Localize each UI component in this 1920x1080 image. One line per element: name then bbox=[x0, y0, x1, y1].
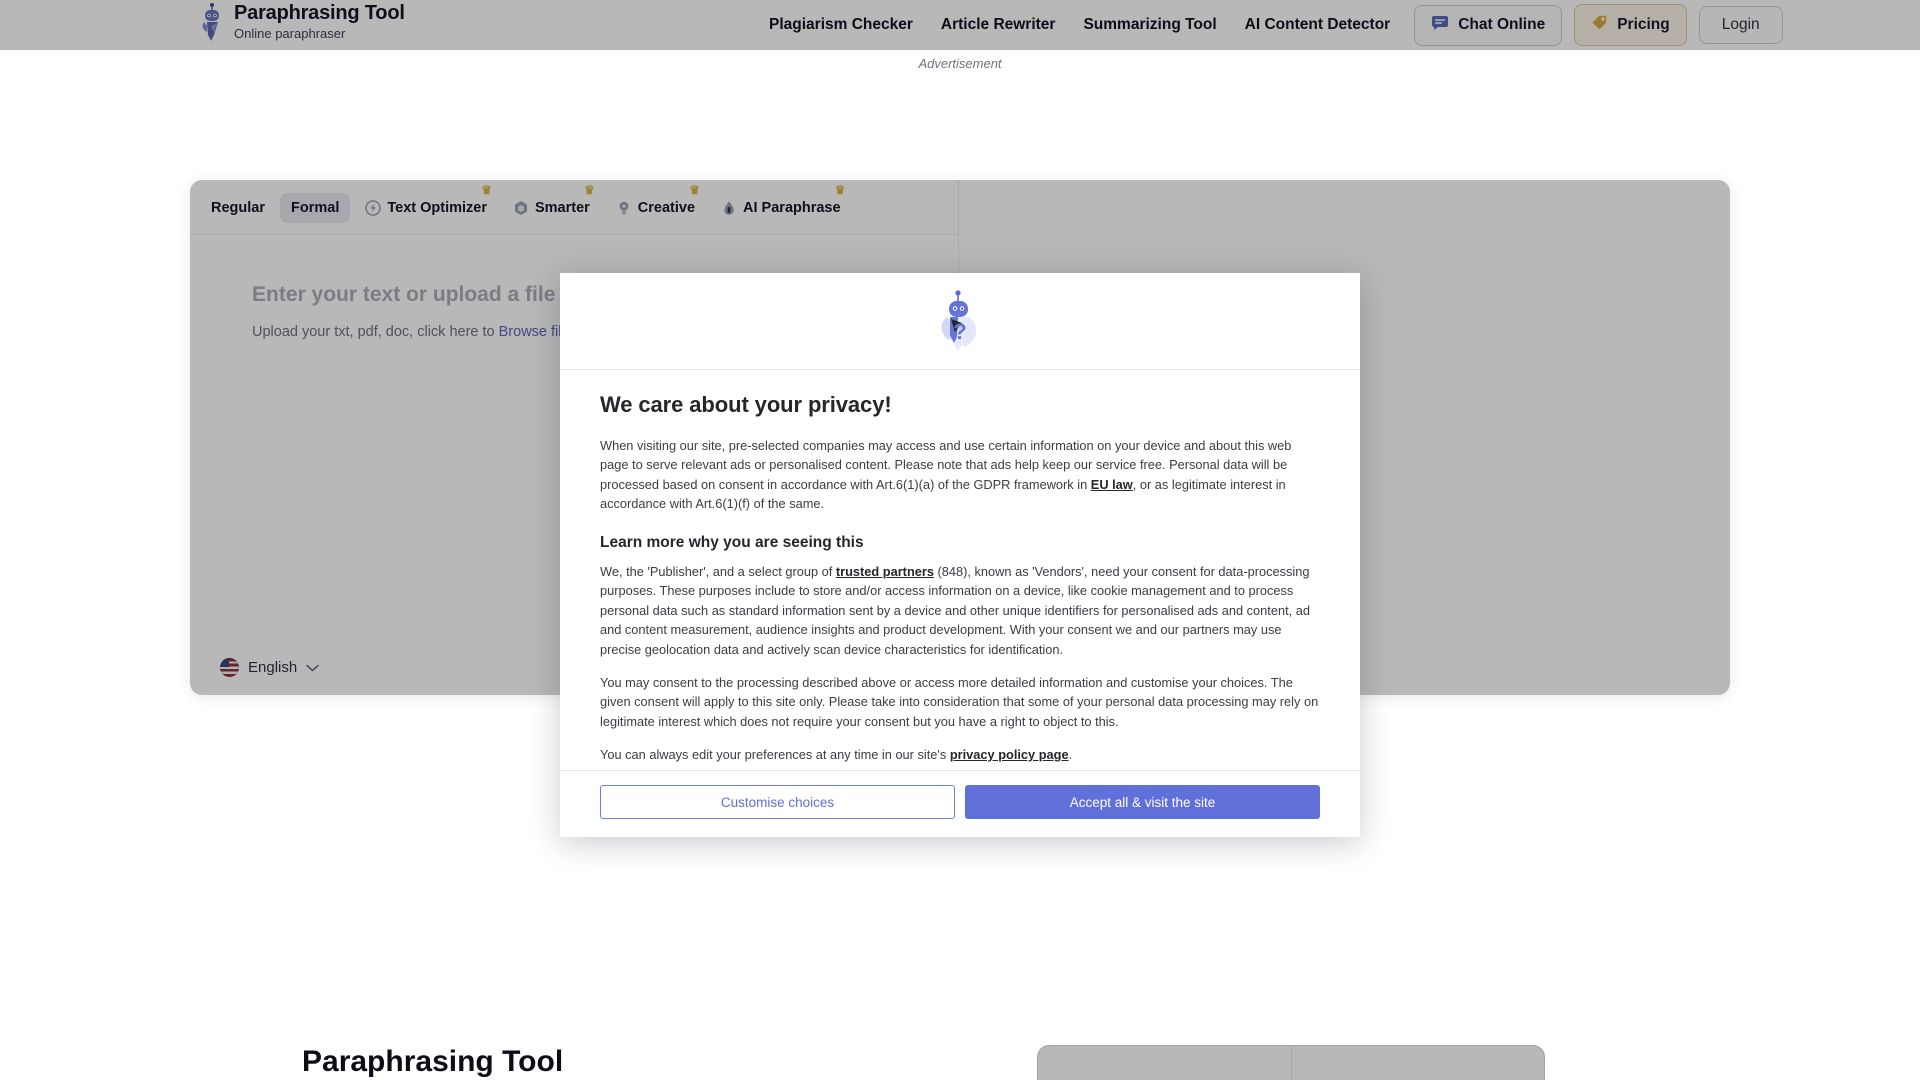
modal-body: We care about your privacy! When visitin… bbox=[560, 370, 1360, 770]
svg-text:?: ? bbox=[953, 319, 966, 344]
paragraph-4-lead: You can always edit your preferences at … bbox=[600, 747, 950, 763]
accept-all-button[interactable]: Accept all & visit the site bbox=[965, 785, 1320, 819]
privacy-policy-link[interactable]: privacy policy page bbox=[950, 747, 1069, 762]
privacy-consent-modal: ? We care about your privacy! When visit… bbox=[560, 273, 1360, 837]
page-root: Paraphrasing Tool Online paraphraser Pla… bbox=[0, 0, 1920, 1080]
eu-law-link[interactable]: EU law bbox=[1091, 477, 1133, 492]
modal-header: ? bbox=[560, 273, 1360, 370]
modal-paragraph-2: We, the 'Publisher', and a select group … bbox=[600, 562, 1320, 659]
modal-subtitle: Learn more why you are seeing this bbox=[600, 533, 864, 551]
modal-paragraph-1: When visiting our site, pre-selected com… bbox=[600, 436, 1320, 514]
modal-title: We care about your privacy! bbox=[600, 392, 892, 417]
modal-footer: Customise choices Accept all & visit the… bbox=[560, 770, 1360, 837]
modal-overlay: ? We care about your privacy! When visit… bbox=[0, 0, 1920, 1080]
paragraph-2-lead: We, the 'Publisher', and a select group … bbox=[600, 563, 836, 579]
modal-paragraph-4: You can always edit your preferences at … bbox=[600, 745, 1320, 764]
privacy-robot-question-icon: ? bbox=[931, 289, 989, 353]
trusted-partners-link[interactable]: trusted partners bbox=[836, 564, 934, 579]
modal-paragraph-3: You may consent to the processing descri… bbox=[600, 674, 1319, 729]
customise-choices-button[interactable]: Customise choices bbox=[600, 785, 955, 819]
paragraph-4-tail: . bbox=[1068, 747, 1073, 763]
